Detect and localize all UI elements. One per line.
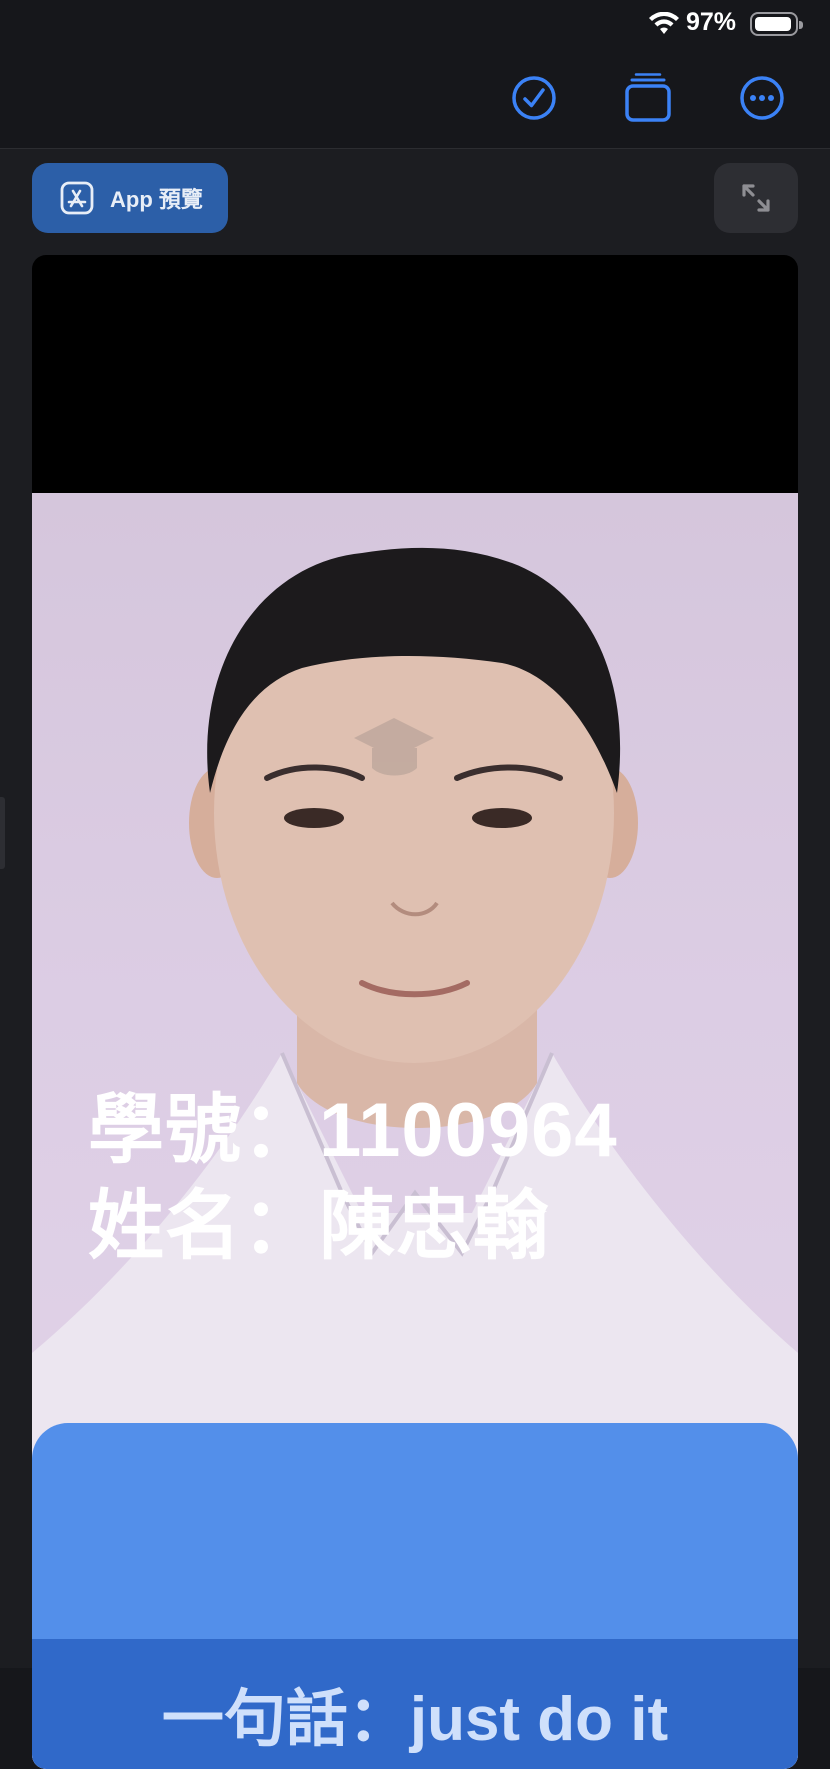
app-preview-button[interactable]: App 預覽 — [32, 163, 228, 233]
preview-pane: App 預覽 學號：1100964 姓名：陳忠翰 一句話：just do it — [0, 149, 830, 1769]
battery-icon — [750, 12, 803, 36]
more-button[interactable] — [732, 68, 792, 128]
info-panel — [32, 1423, 798, 1643]
device-preview: 學號：1100964 姓名：陳忠翰 一句話：just do it — [32, 255, 798, 1769]
profile-photo: 學號：1100964 姓名：陳忠翰 一句話：just do it — [32, 493, 798, 1769]
library-button[interactable] — [618, 68, 678, 128]
quote-text: 一句話：just do it — [161, 1685, 669, 1754]
expand-button[interactable] — [714, 163, 798, 233]
app-store-icon — [60, 181, 94, 215]
stack-icon — [625, 73, 671, 122]
expand-arrows-icon — [742, 184, 770, 212]
done-button[interactable] — [504, 68, 564, 128]
checkmark-circle-icon — [512, 76, 556, 120]
app-preview-label: App 預覽 — [110, 187, 203, 212]
student-name-text: 姓名：陳忠翰 — [88, 1184, 550, 1269]
sidebar-handle[interactable] — [0, 797, 5, 869]
top-toolbar — [0, 48, 830, 149]
status-bar: 97% — [0, 0, 830, 48]
more-circle-icon — [740, 76, 784, 120]
battery-percentage: 97% — [686, 8, 737, 36]
student-id-text: 學號：1100964 — [88, 1088, 618, 1173]
wifi-icon — [649, 12, 679, 34]
